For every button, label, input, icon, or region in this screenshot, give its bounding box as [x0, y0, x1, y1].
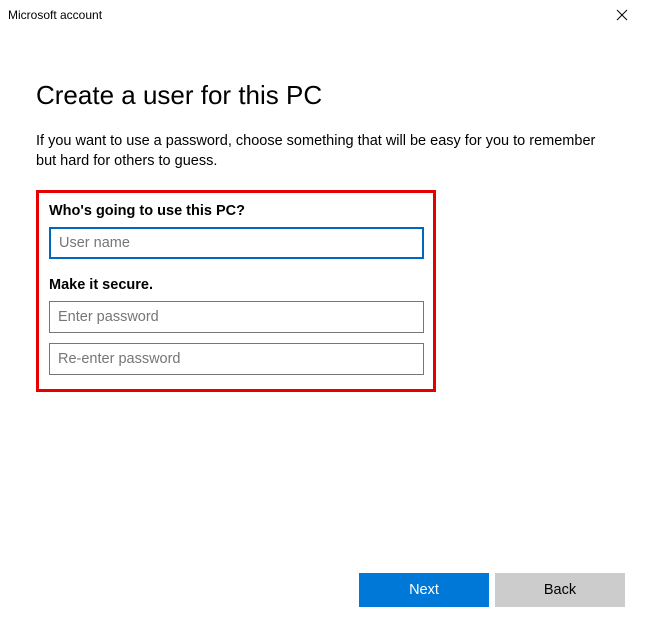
back-button[interactable]: Back	[495, 573, 625, 607]
window-title: Microsoft account	[8, 8, 102, 22]
page-subtext: If you want to use a password, choose so…	[36, 131, 609, 172]
username-section-label: Who's going to use this PC?	[49, 203, 423, 219]
next-button[interactable]: Next	[359, 573, 489, 607]
password-section-label: Make it secure.	[49, 277, 423, 293]
page-headline: Create a user for this PC	[36, 80, 609, 111]
close-icon	[616, 9, 628, 21]
confirm-password-input[interactable]	[49, 343, 424, 375]
form-highlight-box: Who's going to use this PC? Make it secu…	[36, 190, 436, 392]
titlebar: Microsoft account	[0, 0, 645, 30]
close-button[interactable]	[599, 0, 645, 30]
content-area: Create a user for this PC If you want to…	[0, 30, 645, 392]
password-input[interactable]	[49, 301, 424, 333]
footer-buttons: Next Back	[359, 573, 625, 607]
username-input[interactable]	[49, 227, 424, 259]
